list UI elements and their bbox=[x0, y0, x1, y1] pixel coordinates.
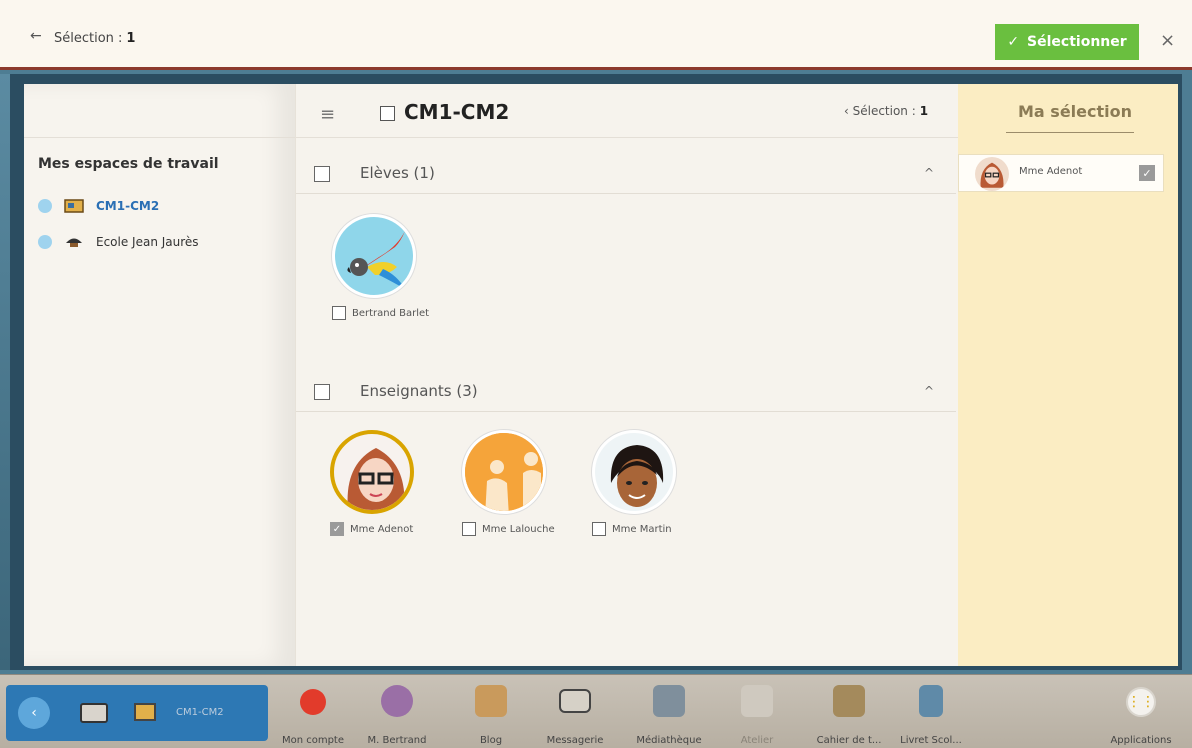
taskbar-label: Atelier bbox=[740, 735, 774, 746]
notebook-icon bbox=[833, 685, 865, 717]
menu-icon[interactable]: ≡ bbox=[320, 104, 335, 125]
person-checkbox[interactable] bbox=[592, 522, 606, 536]
selection-link[interactable]: ‹ Sélection :1 bbox=[844, 104, 928, 118]
taskbar-label: Mon compte bbox=[281, 735, 345, 746]
person-checkbox[interactable] bbox=[462, 522, 476, 536]
select-button[interactable]: ✓ Sélectionner bbox=[995, 24, 1139, 60]
select-all-checkbox[interactable] bbox=[380, 106, 395, 121]
taskbar-label: Applications bbox=[1110, 735, 1172, 746]
section-checkbox[interactable] bbox=[314, 166, 330, 182]
teacher-avatar-silhouette[interactable] bbox=[462, 430, 546, 514]
workspaces-panel: Mes espaces de travail CM1-CM2 Ecole Jea… bbox=[24, 84, 296, 666]
chevron-up-icon[interactable]: ^ bbox=[924, 384, 934, 398]
taskbar-label: Blog bbox=[479, 735, 503, 746]
selection-header: ← Sélection :1 ✓ Sélectionner × bbox=[0, 0, 1192, 70]
chevron-up-icon[interactable]: ^ bbox=[924, 166, 934, 180]
taskbar-label: Messagerie bbox=[546, 735, 604, 746]
taskbar-item-livret[interactable]: Livret Scol... bbox=[886, 679, 976, 746]
selected-person-checkbox[interactable]: ✓ bbox=[1139, 165, 1155, 181]
selection-title-label: Sélection : bbox=[54, 31, 123, 46]
taskbar-label: Livret Scol... bbox=[900, 735, 962, 746]
divider bbox=[1006, 132, 1134, 133]
taskbar-label: M. Bertrand bbox=[367, 735, 427, 746]
expand-dot-icon[interactable] bbox=[38, 235, 52, 249]
selection-title: Sélection :1 bbox=[54, 31, 135, 46]
workspace-label: CM1-CM2 bbox=[96, 199, 160, 213]
workspaces-title: Mes espaces de travail bbox=[38, 156, 219, 172]
section-label: Elèves (1) bbox=[360, 164, 435, 182]
person-name: Bertrand Barlet bbox=[352, 307, 430, 319]
group-title: CM1-CM2 bbox=[404, 100, 510, 124]
back-arrow-icon[interactable]: ← bbox=[30, 28, 42, 44]
person-card[interactable]: Bertrand Barlet bbox=[332, 214, 462, 320]
current-class-shortcut[interactable]: ‹ CM1-CM2 bbox=[6, 685, 268, 741]
check-icon: ✓ bbox=[1007, 34, 1020, 50]
members-header: ≡ CM1-CM2 ‹ Sélection :1 bbox=[296, 84, 958, 138]
taskbar-item-mon-compte[interactable]: Mon compte bbox=[268, 679, 358, 746]
taskbar-label: Médiathèque bbox=[636, 735, 702, 746]
school-cap-icon bbox=[66, 238, 82, 247]
book: Mes espaces de travail CM1-CM2 Ecole Jea… bbox=[24, 84, 1178, 666]
mail-icon bbox=[559, 689, 591, 713]
taskbar-item-m-bertrand[interactable]: M. Bertrand bbox=[352, 679, 442, 746]
person-card[interactable]: Mme Lalouche bbox=[462, 430, 592, 536]
workshop-icon bbox=[741, 685, 773, 717]
teacher-avatar-dark-hair[interactable] bbox=[592, 430, 676, 514]
person-name: Mme Martin bbox=[612, 523, 672, 535]
workspace-label: Ecole Jean Jaurès bbox=[96, 235, 199, 249]
close-icon[interactable]: × bbox=[1160, 30, 1175, 51]
person-checkbox[interactable] bbox=[332, 306, 346, 320]
my-selection-panel: Ma sélection Mme Adenot ✓ bbox=[958, 84, 1178, 666]
section-header-enseignants[interactable]: Enseignants (3) ^ bbox=[296, 374, 956, 412]
person-name: Mme Adenot bbox=[350, 523, 414, 535]
my-selection-title: Ma sélection bbox=[1018, 102, 1132, 121]
classroom-icon bbox=[64, 199, 84, 213]
members-panel: ≡ CM1-CM2 ‹ Sélection :1 Elèves (1) ^ Be… bbox=[296, 84, 958, 666]
taskbar-label: Cahier de t... bbox=[816, 735, 882, 746]
section-checkbox[interactable] bbox=[314, 384, 330, 400]
section-header-eleves[interactable]: Elèves (1) ^ bbox=[296, 156, 956, 194]
account-icon bbox=[300, 689, 326, 715]
current-class-label: CM1-CM2 bbox=[176, 707, 224, 718]
school-report-icon bbox=[919, 685, 943, 717]
taskbar-item-messagerie[interactable]: Messagerie bbox=[530, 679, 620, 746]
workspace-item-ecole-jean-jaures[interactable]: Ecole Jean Jaurès bbox=[38, 230, 199, 254]
chevron-left-icon[interactable]: ‹ bbox=[18, 697, 50, 729]
taskbar-item-blog[interactable]: Blog bbox=[446, 679, 536, 746]
blog-icon bbox=[475, 685, 507, 717]
workspace-item-cm1-cm2[interactable]: CM1-CM2 bbox=[38, 194, 159, 218]
person-name: Mme Lalouche bbox=[482, 523, 555, 535]
media-library-icon bbox=[653, 685, 685, 717]
selection-count: 1 bbox=[126, 31, 136, 46]
expand-dot-icon[interactable] bbox=[38, 199, 52, 213]
taskbar-item-mediatheque[interactable]: Médiathèque bbox=[624, 679, 714, 746]
user-profile-icon bbox=[381, 685, 413, 717]
parrot-avatar[interactable] bbox=[332, 214, 416, 298]
envelope-icon[interactable] bbox=[80, 703, 108, 723]
person-card[interactable]: ✓ Mme Adenot bbox=[330, 430, 460, 536]
classroom-icon bbox=[134, 703, 156, 721]
section-label: Enseignants (3) bbox=[360, 382, 478, 400]
apps-grid-icon: ⋮⋮ bbox=[1126, 687, 1156, 717]
teacher-avatar-glasses[interactable] bbox=[330, 430, 414, 514]
bottom-taskbar: ‹ CM1-CM2 Mon compte M. Bertrand Blog Me… bbox=[0, 674, 1192, 748]
selected-person-card[interactable]: Mme Adenot ✓ bbox=[958, 154, 1164, 192]
taskbar-item-atelier: Atelier bbox=[712, 679, 802, 746]
taskbar-item-applications[interactable]: ⋮⋮ Applications bbox=[1096, 679, 1186, 746]
selection-link-label: ‹ Sélection : bbox=[844, 104, 916, 118]
person-card[interactable]: Mme Martin bbox=[592, 430, 722, 536]
taskbar-item-cahier[interactable]: Cahier de t... bbox=[804, 679, 894, 746]
selection-link-count: 1 bbox=[919, 104, 929, 118]
teacher-avatar-glasses-small bbox=[975, 157, 1009, 191]
select-button-label: Sélectionner bbox=[1027, 34, 1127, 50]
person-checkbox-checked[interactable]: ✓ bbox=[330, 522, 344, 536]
selected-person-name: Mme Adenot bbox=[1019, 166, 1083, 177]
